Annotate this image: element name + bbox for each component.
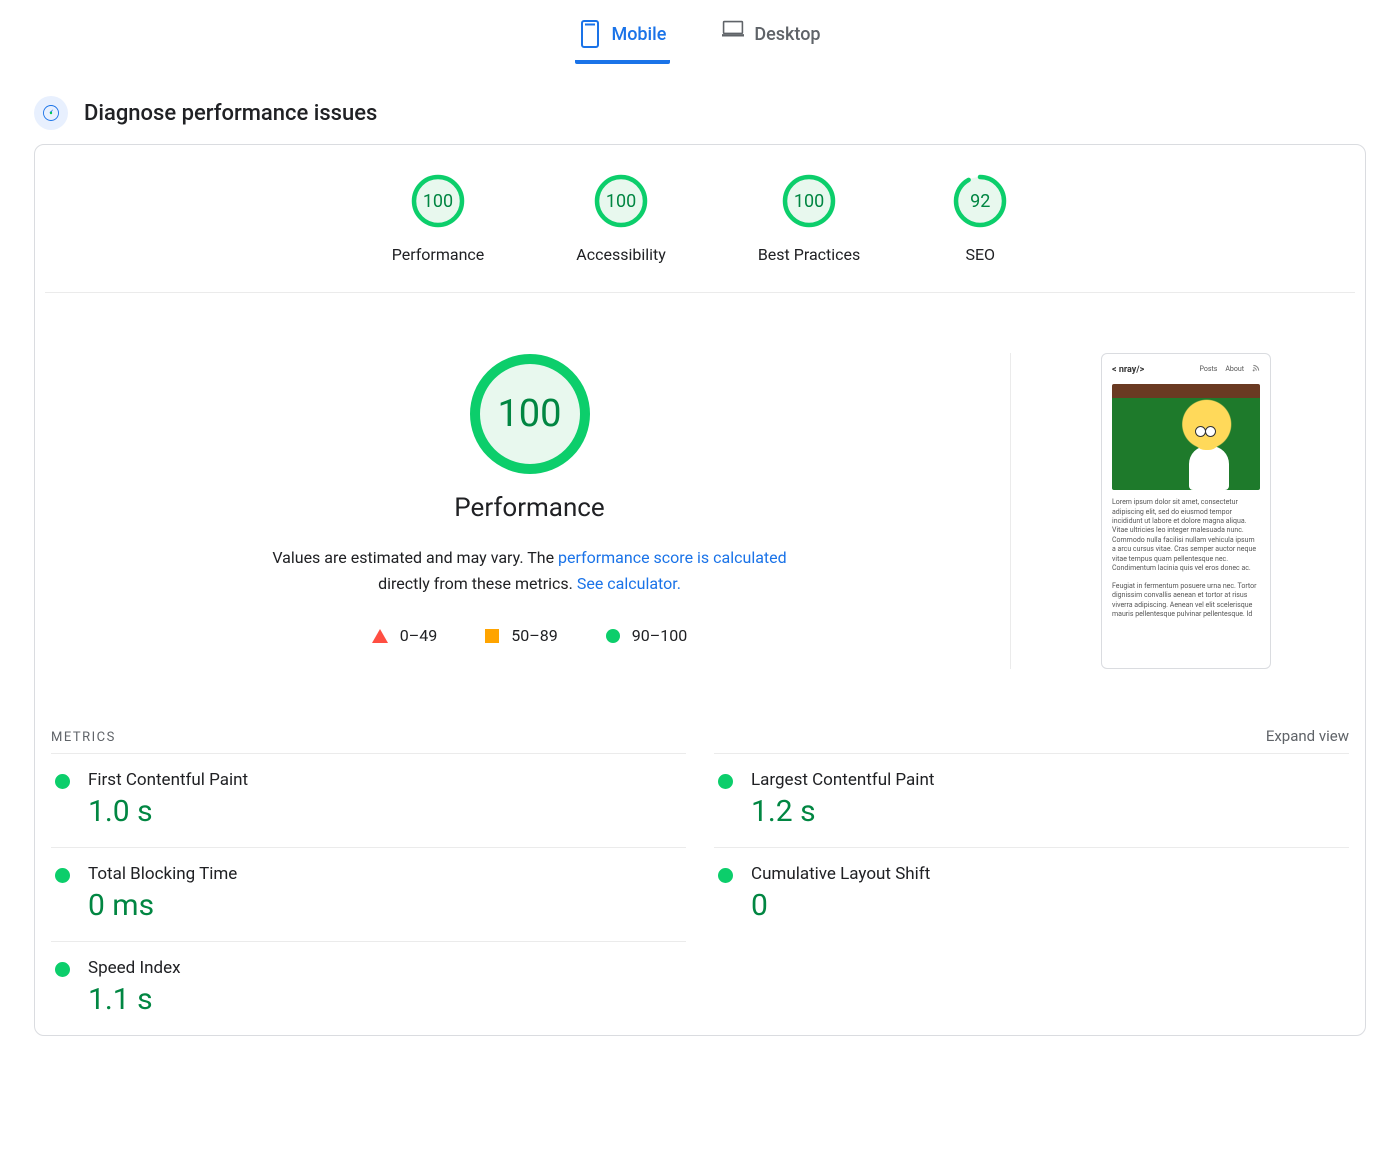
status-dot-icon (55, 774, 70, 789)
triangle-icon (372, 629, 388, 643)
gauge-label: Best Practices (758, 245, 860, 264)
metric-speed-index: Speed Index 1.1 s (51, 941, 686, 1035)
device-tabs: Mobile Desktop (0, 0, 1400, 64)
performance-title: Performance (61, 493, 998, 523)
metric-name: Largest Contentful Paint (751, 770, 934, 790)
page-preview: < nray/> Posts About Lorem ipsum dolor s… (1101, 353, 1271, 669)
metric-first-contentful-paint: First Contentful Paint 1.0 s (51, 753, 686, 847)
preview-nav: Posts About (1199, 364, 1260, 375)
link-score-calculated[interactable]: performance score is calculated (558, 548, 787, 567)
performance-description: Values are estimated and may vary. The p… (260, 545, 800, 596)
gauge-score: 100 (410, 173, 466, 229)
gauge-score: 92 (952, 173, 1008, 229)
metric-value: 1.2 s (751, 794, 934, 829)
status-dot-icon (718, 774, 733, 789)
metrics-header: METRICS Expand view (51, 727, 1349, 745)
gauge-performance[interactable]: 100 Performance (392, 173, 485, 264)
gauge-label: SEO (952, 245, 1008, 264)
legend-average: 50–89 (485, 626, 557, 645)
metric-value: 0 ms (88, 888, 237, 923)
gauge-row: 100 Performance 100 Accessibility 100 Be… (45, 167, 1355, 293)
gauge-ring: 100 (410, 173, 466, 229)
tab-mobile[interactable]: Mobile (575, 14, 670, 64)
legend-pass: 90–100 (606, 626, 687, 645)
mobile-icon (579, 20, 601, 48)
gauge-best-practices[interactable]: 100 Best Practices (758, 173, 860, 264)
compass-icon (34, 96, 68, 130)
metrics-grid: First Contentful Paint 1.0 s Largest Con… (51, 753, 1349, 1035)
gauge-label: Accessibility (576, 245, 666, 264)
performance-score: 100 (469, 353, 591, 475)
gauge-score: 100 (781, 173, 837, 229)
gauge-accessibility[interactable]: 100 Accessibility (576, 173, 666, 264)
preview-para-1: Lorem ipsum dolor sit amet, consectetur … (1112, 498, 1260, 574)
gauge-ring: 92 (952, 173, 1008, 229)
metric-total-blocking-time: Total Blocking Time 0 ms (51, 847, 686, 941)
link-see-calculator[interactable]: See calculator. (577, 574, 681, 593)
tab-desktop[interactable]: Desktop (718, 14, 824, 64)
gauge-ring: 100 (593, 173, 649, 229)
desktop-icon (722, 20, 744, 48)
metric-largest-contentful-paint: Largest Contentful Paint 1.2 s (714, 753, 1349, 847)
square-icon (485, 629, 499, 643)
metric-value: 1.0 s (88, 794, 248, 829)
legend-fail: 0–49 (372, 626, 437, 645)
metric-cumulative-layout-shift: Cumulative Layout Shift 0 (714, 847, 1349, 941)
gauge-seo[interactable]: 92 SEO (952, 173, 1008, 264)
tab-desktop-label: Desktop (754, 24, 820, 45)
section-title: Diagnose performance issues (84, 101, 377, 126)
score-legend: 0–49 50–89 90–100 (61, 626, 998, 645)
circle-icon (606, 629, 620, 643)
gauge-label: Performance (392, 245, 485, 264)
preview-logo: < nray/> (1112, 364, 1144, 376)
metrics-label: METRICS (51, 730, 116, 745)
tab-mobile-label: Mobile (611, 24, 666, 45)
section-header: Diagnose performance issues (34, 96, 1400, 130)
metric-value: 1.1 s (88, 982, 181, 1017)
status-dot-icon (55, 868, 70, 883)
gauge-ring: 100 (781, 173, 837, 229)
expand-view-button[interactable]: Expand view (1266, 727, 1349, 745)
status-dot-icon (718, 868, 733, 883)
metric-name: First Contentful Paint (88, 770, 248, 790)
gauge-score: 100 (593, 173, 649, 229)
preview-hero-image (1112, 384, 1260, 490)
rss-icon (1252, 364, 1260, 375)
status-dot-icon (55, 962, 70, 977)
preview-para-2: Feugiat in fermentum posuere urna nec. T… (1112, 582, 1260, 620)
metric-name: Total Blocking Time (88, 864, 237, 884)
report-card: 100 Performance 100 Accessibility 100 Be… (34, 144, 1366, 1036)
performance-detail: 100 Performance Values are estimated and… (45, 353, 1355, 669)
metric-name: Cumulative Layout Shift (751, 864, 930, 884)
performance-gauge-large: 100 (469, 353, 591, 475)
metric-name: Speed Index (88, 958, 181, 978)
metric-value: 0 (751, 888, 930, 923)
